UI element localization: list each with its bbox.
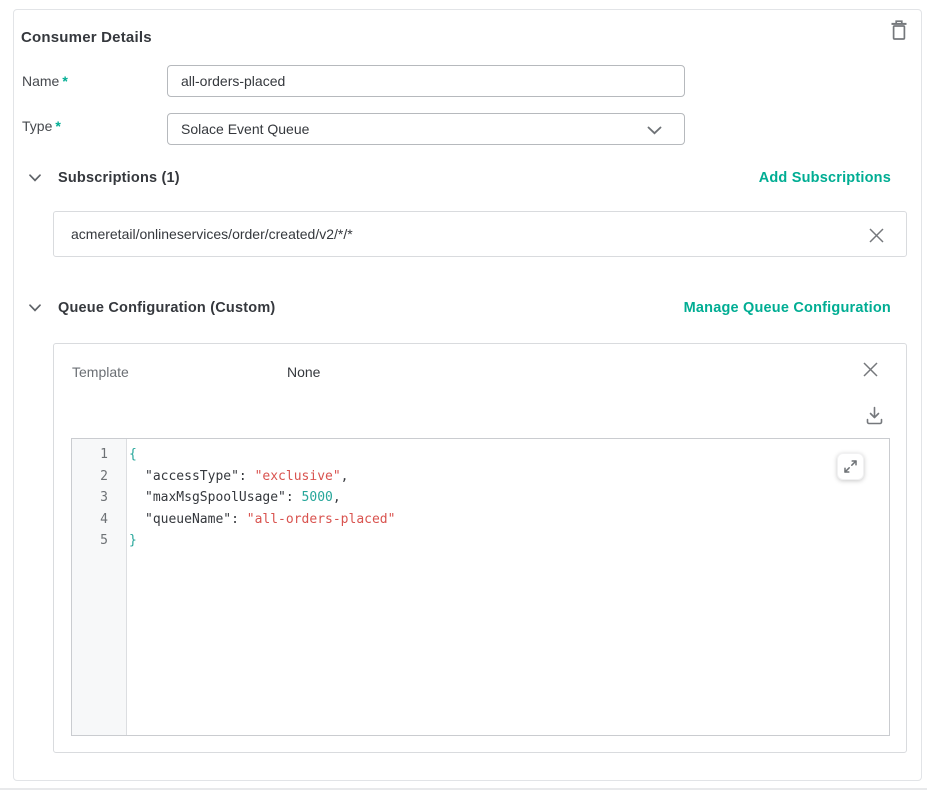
editor-line-number-gutter: 1 2 3 4 5	[72, 439, 127, 735]
type-required-mark: *	[55, 118, 60, 134]
line-number: 2	[72, 466, 108, 488]
clear-template-button[interactable]	[858, 357, 882, 381]
line-number: 4	[72, 509, 108, 531]
trash-icon	[890, 19, 908, 41]
subscriptions-header: Subscriptions (1) Add Subscriptions	[28, 167, 891, 189]
name-label-text: Name	[22, 73, 59, 89]
queue-configuration-collapse-button[interactable]	[28, 301, 42, 315]
type-label-text: Type	[22, 118, 52, 134]
line-number: 5	[72, 530, 108, 552]
close-icon	[868, 227, 885, 244]
name-input[interactable]	[167, 65, 685, 97]
code-line: "queueName": "all-orders-placed"	[129, 509, 889, 531]
manage-queue-configuration-button[interactable]: Manage Queue Configuration	[684, 300, 891, 316]
type-select-value: Solace Event Queue	[181, 121, 309, 137]
queue-configuration-panel: Template None 1 2 3 4	[53, 343, 907, 753]
subscriptions-title: Subscriptions (1)	[58, 170, 180, 186]
page-title: Consumer Details	[21, 29, 152, 46]
code-line: {	[129, 444, 889, 466]
queue-configuration-editor: 1 2 3 4 5 { "accessType": "exclusive", "…	[71, 438, 890, 736]
queue-configuration-header: Queue Configuration (Custom) Manage Queu…	[28, 297, 891, 319]
subscription-item: acmeretail/onlineservices/order/created/…	[53, 211, 907, 257]
template-value[interactable]: None	[287, 364, 320, 380]
close-icon	[862, 361, 879, 378]
chevron-down-icon	[647, 126, 662, 135]
code-token: "exclusive"	[255, 469, 341, 484]
code-token: :	[286, 490, 302, 505]
chevron-down-icon	[29, 304, 41, 312]
page: Consumer Details Name* Type* Solace Even…	[0, 0, 927, 792]
code-token: }	[129, 533, 137, 548]
code-token: "queueName"	[145, 512, 231, 527]
line-number: 1	[72, 444, 108, 466]
expand-icon	[843, 459, 858, 474]
delete-consumer-button[interactable]	[886, 16, 912, 44]
code-token: :	[231, 512, 247, 527]
remove-subscription-button[interactable]	[864, 223, 888, 247]
code-token: "accessType"	[145, 469, 239, 484]
code-token: {	[129, 447, 137, 462]
code-token: "all-orders-placed"	[247, 512, 396, 527]
code-token: ,	[341, 469, 349, 484]
editor-code-area[interactable]: { "accessType": "exclusive", "maxMsgSpoo…	[128, 439, 889, 735]
type-select[interactable]: Solace Event Queue	[167, 113, 685, 145]
name-required-mark: *	[62, 73, 67, 89]
code-token: "maxMsgSpoolUsage"	[145, 490, 286, 505]
template-label: Template	[72, 364, 129, 380]
code-line: }	[129, 530, 889, 552]
download-configuration-button[interactable]	[860, 401, 888, 429]
subscriptions-collapse-button[interactable]	[28, 171, 42, 185]
name-label: Name*	[22, 73, 68, 89]
consumer-details-card: Consumer Details Name* Type* Solace Even…	[13, 9, 922, 781]
add-subscriptions-button[interactable]: Add Subscriptions	[759, 170, 891, 186]
queue-configuration-title: Queue Configuration (Custom)	[58, 300, 275, 316]
page-bottom-divider	[0, 788, 927, 790]
expand-editor-button[interactable]	[837, 453, 864, 480]
download-icon	[864, 405, 885, 426]
code-token: ,	[333, 490, 341, 505]
code-line: "accessType": "exclusive",	[129, 466, 889, 488]
type-label: Type*	[22, 118, 61, 134]
subscription-topic: acmeretail/onlineservices/order/created/…	[71, 226, 353, 242]
code-line: "maxMsgSpoolUsage": 5000,	[129, 487, 889, 509]
chevron-down-icon	[29, 174, 41, 182]
code-token: 5000	[302, 490, 333, 505]
line-number: 3	[72, 487, 108, 509]
code-token: :	[239, 469, 255, 484]
